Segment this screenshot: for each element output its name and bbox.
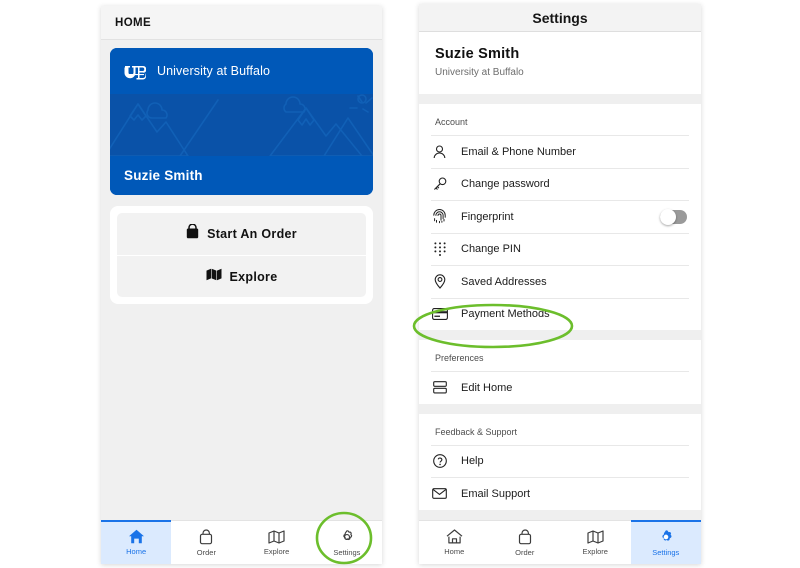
ub-monogram-icon (124, 63, 147, 80)
home-icon (128, 529, 144, 544)
settings-row-payment-methods[interactable]: Payment Methods (431, 297, 689, 331)
university-hero-card[interactable]: University at Buffalo Suzie Smith (110, 48, 373, 195)
tab-home[interactable]: Home (419, 521, 490, 564)
person-icon (431, 145, 448, 159)
bottom-tab-bar: Home Order Explore Settings (101, 520, 382, 564)
tab-explore[interactable]: Explore (242, 521, 312, 564)
toggle-knob (660, 208, 676, 225)
map-icon (268, 529, 285, 544)
shopping-bag-icon (200, 528, 213, 544)
tab-settings[interactable]: Settings (630, 520, 701, 564)
home-header: HOME (101, 6, 382, 40)
settings-row-label: Email & Phone Number (461, 145, 576, 158)
settings-row-label: Saved Addresses (461, 275, 547, 288)
settings-row-change-password[interactable]: Change password (431, 167, 689, 201)
explore-button[interactable]: Explore (117, 255, 366, 297)
tab-explore-label: Explore (582, 546, 608, 556)
settings-body: Suzie Smith University at Buffalo Accoun… (419, 32, 701, 564)
account-section: Account Email & Phone Number Change pass… (419, 104, 701, 330)
tab-order-label: Order (515, 547, 535, 557)
home-screen-phone: HOME University at Buffalo Suzie Smith S… (101, 6, 382, 564)
home-icon (446, 529, 463, 544)
tab-home-label: Home (444, 547, 465, 556)
quick-actions-card: Start An Order Explore (110, 206, 373, 304)
location-pin-icon (431, 274, 448, 290)
hero-org-name: University at Buffalo (157, 64, 271, 78)
profile-org: University at Buffalo (435, 67, 524, 78)
map-icon (206, 268, 222, 286)
home-body: University at Buffalo Suzie Smith Start … (101, 40, 382, 564)
shopping-bag-icon (518, 528, 531, 544)
tab-home[interactable]: Home (101, 520, 172, 564)
hero-card-bottom: Suzie Smith (110, 156, 373, 195)
tab-order[interactable]: Order (490, 521, 561, 564)
settings-row-email-support[interactable]: Email Support (431, 477, 689, 510)
preferences-section: Preferences Edit Home (419, 340, 701, 404)
account-section-title: Account (435, 117, 468, 127)
shopping-bag-icon (186, 223, 199, 244)
explore-label: Explore (229, 269, 278, 284)
gear-icon (662, 529, 672, 541)
fingerprint-toggle[interactable] (660, 208, 687, 225)
settings-header: Settings (419, 4, 701, 32)
profile-section: Suzie Smith University at Buffalo (419, 32, 701, 94)
user-name: Suzie Smith (124, 168, 203, 183)
page-title: HOME (115, 16, 152, 29)
key-icon (431, 177, 448, 191)
profile-name: Suzie Smith (435, 46, 520, 62)
hero-card-top: University at Buffalo (110, 48, 373, 94)
preferences-section-title: Preferences (435, 353, 484, 363)
tab-settings-label: Settings (652, 547, 680, 557)
question-circle-icon (431, 454, 448, 469)
start-an-order-label: Start An Order (207, 227, 297, 241)
envelope-icon (431, 488, 448, 500)
settings-row-label: Fingerprint (461, 210, 514, 223)
tab-order-label: Order (196, 547, 216, 557)
gear-icon (343, 529, 353, 540)
settings-screen-phone: Settings Suzie Smith University at Buffa… (419, 4, 701, 564)
tab-settings-label: Settings (333, 547, 361, 557)
settings-row-edit-home[interactable]: Edit Home (431, 371, 689, 404)
tab-explore[interactable]: Explore (560, 521, 631, 564)
settings-row-saved-addresses[interactable]: Saved Addresses (431, 265, 689, 298)
map-icon (587, 529, 604, 544)
settings-row-label: Help (461, 455, 484, 468)
keypad-dots-icon (431, 242, 448, 257)
tab-settings[interactable]: Settings (312, 521, 382, 564)
credit-card-icon (431, 308, 448, 321)
screenshot-canvas: HOME University at Buffalo Suzie Smith S… (0, 0, 800, 568)
settings-row-change-pin[interactable]: Change PIN (431, 232, 689, 266)
settings-row-help[interactable]: Help (431, 444, 689, 478)
settings-row-label: Change PIN (461, 243, 521, 256)
stacked-bars-icon (431, 381, 448, 394)
settings-row-label: Edit Home (461, 381, 513, 394)
settings-row-label: Email Support (461, 487, 531, 500)
start-an-order-button[interactable]: Start An Order (117, 213, 366, 255)
settings-row-email-phone[interactable]: Email & Phone Number (431, 135, 689, 168)
tab-home-label: Home (126, 547, 147, 556)
fingerprint-icon (431, 209, 448, 224)
settings-row-fingerprint[interactable]: Fingerprint (431, 200, 689, 233)
bottom-tab-bar: Home Order Explore Settings (419, 520, 701, 564)
settings-row-label: Change password (461, 178, 550, 191)
feedback-support-section-title: Feedback & Support (435, 426, 518, 437)
feedback-support-section: Feedback & Support Help Email Support (419, 413, 701, 510)
tab-order[interactable]: Order (171, 521, 241, 564)
settings-page-title: Settings (532, 9, 588, 26)
mountains-clouds-sun-illustration (110, 94, 373, 156)
tab-explore-label: Explore (263, 546, 290, 556)
settings-row-label: Payment Methods (461, 308, 550, 321)
quick-actions-inner: Start An Order Explore (117, 213, 366, 297)
